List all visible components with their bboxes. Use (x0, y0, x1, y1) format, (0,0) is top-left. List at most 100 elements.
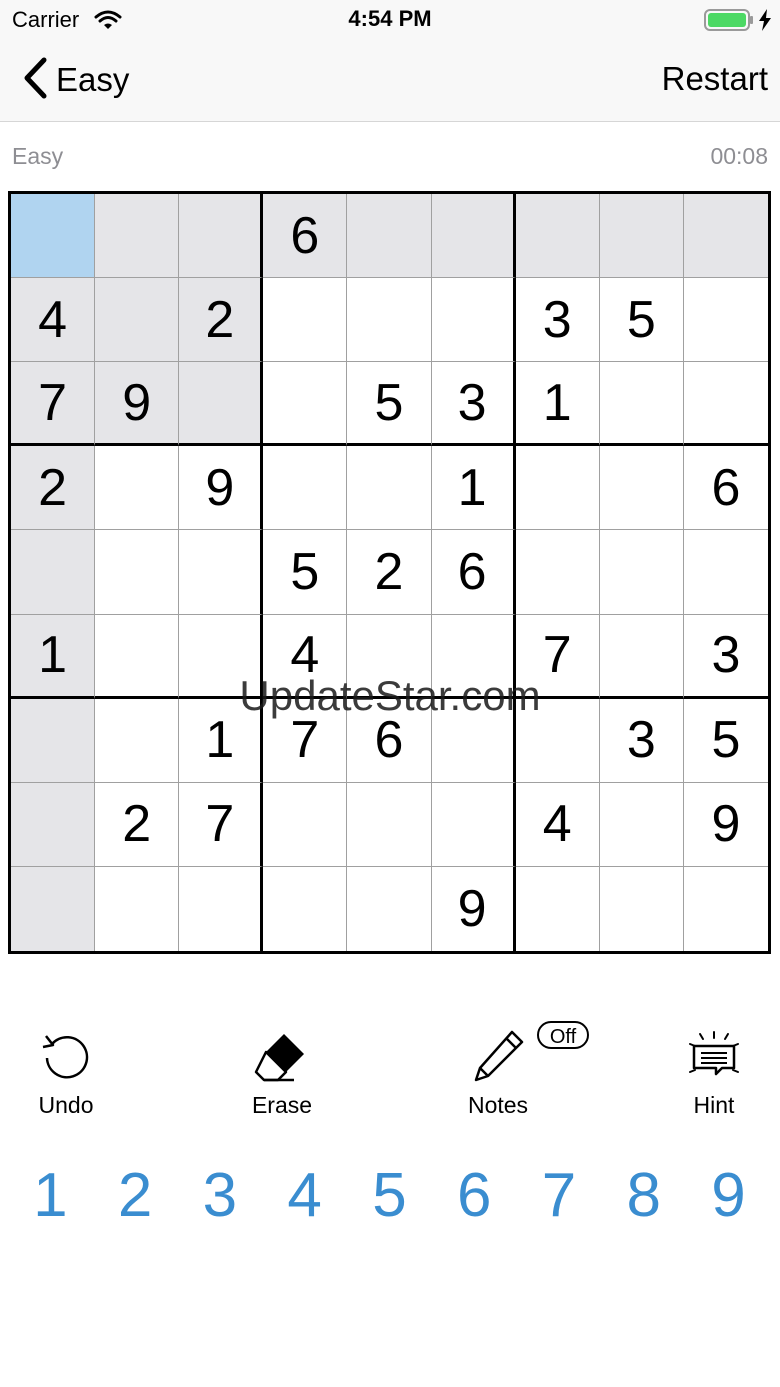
undo-button[interactable]: Undo (1, 1028, 131, 1119)
sudoku-cell-r6c1[interactable]: 1 (11, 614, 96, 699)
sudoku-cell-r3c5[interactable]: 5 (347, 362, 432, 447)
sudoku-cell-r5c5[interactable]: 2 (347, 530, 432, 615)
notes-state-badge: Off (537, 1021, 589, 1049)
sudoku-cell-r7c2[interactable] (95, 698, 180, 783)
sudoku-cell-r7c8[interactable]: 3 (599, 698, 684, 783)
back-button[interactable]: Easy (22, 56, 129, 104)
sudoku-cell-r8c4[interactable] (263, 782, 348, 867)
sudoku-cell-r6c6[interactable] (431, 614, 516, 699)
sudoku-cell-r6c2[interactable] (95, 614, 180, 699)
sudoku-cell-r1c5[interactable] (347, 194, 432, 279)
sudoku-cell-r9c5[interactable] (347, 866, 432, 951)
sudoku-cell-r5c6[interactable]: 6 (431, 530, 516, 615)
sudoku-cell-r1c6[interactable] (431, 194, 516, 279)
sudoku-cell-r7c9[interactable]: 5 (683, 699, 768, 783)
sudoku-cell-r1c9[interactable] (683, 194, 768, 279)
sudoku-cell-r5c2[interactable] (95, 530, 180, 615)
sudoku-cell-r2c6[interactable] (431, 278, 516, 363)
sudoku-cell-r5c3[interactable] (179, 530, 264, 615)
number-key-4[interactable]: 4 (270, 1160, 340, 1240)
sudoku-cell-r8c9[interactable]: 9 (683, 783, 768, 867)
sudoku-cell-r7c3[interactable]: 1 (179, 698, 264, 783)
sudoku-cell-r4c6[interactable]: 1 (431, 446, 516, 531)
sudoku-cell-r2c1[interactable]: 4 (11, 278, 96, 363)
sudoku-cell-r9c8[interactable] (600, 866, 684, 951)
sudoku-cell-r5c9[interactable] (683, 530, 768, 615)
sudoku-cell-r4c5[interactable] (347, 446, 432, 531)
number-key-2[interactable]: 2 (100, 1160, 170, 1240)
notes-label: Notes (467, 1092, 529, 1118)
sudoku-cell-r2c5[interactable] (347, 278, 432, 363)
sudoku-cell-r5c4[interactable]: 5 (263, 530, 348, 615)
number-key-9[interactable]: 9 (694, 1160, 764, 1240)
sudoku-cell-r9c7[interactable] (516, 866, 600, 951)
sudoku-cell-r4c3[interactable]: 9 (179, 446, 264, 531)
sudoku-cell-r8c2[interactable]: 2 (95, 782, 180, 867)
sudoku-cell-r3c7[interactable]: 1 (515, 362, 600, 447)
erase-button[interactable]: Erase (217, 1028, 347, 1119)
sudoku-cell-r2c8[interactable]: 5 (599, 278, 684, 363)
number-key-1[interactable]: 1 (15, 1160, 85, 1240)
sudoku-cell-r8c1[interactable] (11, 782, 96, 867)
sudoku-cell-r3c9[interactable] (683, 362, 768, 447)
restart-button[interactable]: Restart (662, 60, 768, 98)
erase-label: Erase (251, 1092, 313, 1118)
sudoku-cell-r7c5[interactable]: 6 (347, 698, 432, 783)
sudoku-cell-r5c1[interactable] (11, 530, 96, 615)
sudoku-cell-r1c7[interactable] (515, 194, 600, 279)
sudoku-cell-r6c9[interactable]: 3 (683, 615, 768, 699)
sudoku-cell-r8c7[interactable]: 4 (515, 782, 600, 867)
sudoku-cell-r1c8[interactable] (599, 194, 684, 279)
sudoku-cell-r8c8[interactable] (599, 782, 684, 867)
sudoku-cell-r4c4[interactable] (263, 446, 348, 531)
sudoku-cell-r1c4[interactable]: 6 (263, 194, 348, 279)
sudoku-cell-r9c9[interactable] (684, 867, 768, 951)
sudoku-cell-r2c2[interactable] (95, 278, 180, 363)
eraser-icon (217, 1028, 347, 1084)
sudoku-cell-r2c9[interactable] (683, 278, 768, 363)
sudoku-cell-r3c2[interactable]: 9 (95, 362, 180, 447)
sudoku-cell-r8c3[interactable]: 7 (179, 782, 264, 867)
sudoku-cell-r9c2[interactable] (95, 866, 180, 951)
sudoku-cell-r6c4[interactable]: 4 (263, 614, 348, 699)
sudoku-cell-r9c4[interactable] (263, 866, 348, 951)
sudoku-cell-r4c2[interactable] (95, 446, 180, 531)
sudoku-cell-r2c7[interactable]: 3 (515, 278, 600, 363)
sudoku-cell-r6c8[interactable] (599, 614, 684, 699)
sudoku-cell-r5c8[interactable] (599, 530, 684, 615)
sudoku-cell-r7c4[interactable]: 7 (263, 698, 348, 783)
sudoku-cell-r3c6[interactable]: 3 (431, 362, 516, 447)
sudoku-cell-r7c1[interactable] (11, 698, 96, 783)
sudoku-cell-r3c8[interactable] (599, 362, 684, 447)
sudoku-cell-r6c7[interactable]: 7 (515, 614, 600, 699)
sudoku-cell-r8c5[interactable] (347, 782, 432, 867)
sudoku-cell-r6c5[interactable] (347, 614, 432, 699)
sudoku-cell-r4c9[interactable]: 6 (683, 446, 768, 531)
number-key-6[interactable]: 6 (439, 1160, 509, 1240)
sudoku-cell-r3c4[interactable] (263, 362, 348, 447)
sudoku-cell-r5c7[interactable] (515, 530, 600, 615)
sudoku-cell-r9c6[interactable]: 9 (432, 866, 516, 951)
number-key-5[interactable]: 5 (354, 1160, 424, 1240)
sudoku-cell-r3c3[interactable] (179, 362, 264, 447)
hint-button[interactable]: Hint (649, 1028, 779, 1119)
sudoku-cell-r4c1[interactable]: 2 (11, 446, 96, 531)
sudoku-cell-r1c3[interactable] (179, 194, 264, 279)
sudoku-cell-r2c3[interactable]: 2 (179, 278, 264, 363)
sudoku-cell-r1c2[interactable] (95, 194, 180, 279)
number-key-3[interactable]: 3 (185, 1160, 255, 1240)
sudoku-cell-r1c1[interactable] (11, 194, 96, 279)
sudoku-cell-r2c4[interactable] (263, 278, 348, 363)
undo-label: Undo (38, 1092, 94, 1118)
sudoku-cell-r9c3[interactable] (179, 866, 264, 951)
sudoku-cell-r6c3[interactable] (179, 614, 264, 699)
number-key-7[interactable]: 7 (524, 1160, 594, 1240)
sudoku-cell-r7c7[interactable] (515, 698, 600, 783)
sudoku-cell-r3c1[interactable]: 7 (11, 362, 96, 447)
number-key-8[interactable]: 8 (609, 1160, 679, 1240)
sudoku-cell-r4c7[interactable] (515, 446, 600, 531)
sudoku-cell-r4c8[interactable] (599, 446, 684, 531)
sudoku-cell-r7c6[interactable] (431, 698, 516, 783)
sudoku-cell-r9c1[interactable] (11, 866, 96, 951)
sudoku-cell-r8c6[interactable] (431, 782, 516, 867)
